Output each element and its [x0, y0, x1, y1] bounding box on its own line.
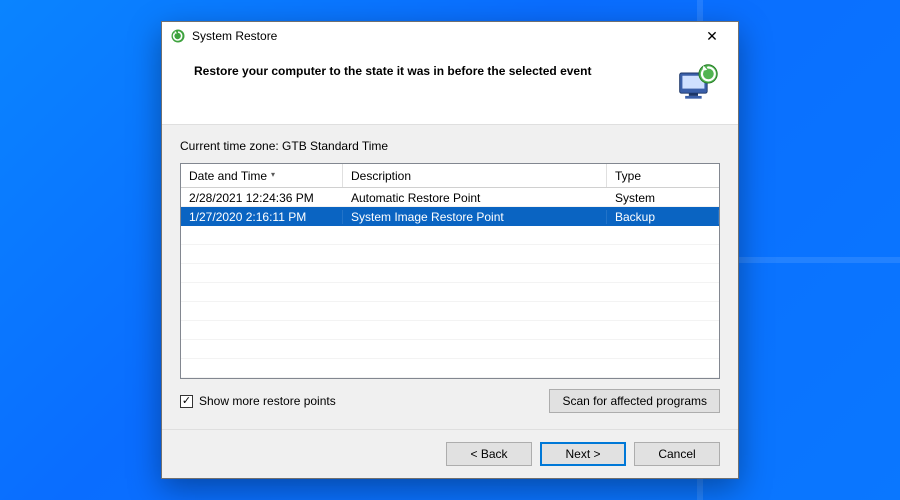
page-title: Restore your computer to the state it wa… — [194, 62, 591, 78]
column-label: Description — [351, 169, 411, 183]
close-button[interactable]: ✕ — [692, 25, 732, 47]
column-header-type[interactable]: Type — [607, 164, 719, 187]
cell-description: System Image Restore Point — [343, 210, 607, 224]
column-label: Date and Time — [189, 169, 267, 183]
scan-affected-button[interactable]: Scan for affected programs — [549, 389, 720, 413]
table-row[interactable]: 1/27/2020 2:16:11 PM System Image Restor… — [181, 207, 719, 226]
wizard-header: Restore your computer to the state it wa… — [162, 50, 738, 125]
next-button[interactable]: Next > — [540, 442, 626, 466]
cancel-button[interactable]: Cancel — [634, 442, 720, 466]
wizard-footer: < Back Next > Cancel — [162, 429, 738, 478]
cell-type: System — [607, 191, 719, 205]
restore-monitor-icon — [676, 62, 720, 106]
back-button[interactable]: < Back — [446, 442, 532, 466]
column-header-date[interactable]: Date and Time ▾ — [181, 164, 343, 187]
content-area: Current time zone: GTB Standard Time Dat… — [162, 125, 738, 429]
cell-type: Backup — [607, 210, 719, 224]
grid-body[interactable]: 2/28/2021 12:24:36 PM Automatic Restore … — [181, 188, 719, 378]
sort-descending-icon: ▾ — [271, 170, 275, 179]
grid-footer-row: ✓ Show more restore points Scan for affe… — [180, 379, 720, 419]
checkbox-icon: ✓ — [180, 395, 193, 408]
column-header-description[interactable]: Description — [343, 164, 607, 187]
cell-description: Automatic Restore Point — [343, 191, 607, 205]
cell-date: 1/27/2020 2:16:11 PM — [181, 210, 343, 224]
system-restore-icon — [170, 28, 186, 44]
titlebar: System Restore ✕ — [162, 22, 738, 50]
window-title: System Restore — [192, 29, 277, 43]
desktop-background: System Restore ✕ Restore your computer t… — [0, 0, 900, 500]
table-row[interactable]: 2/28/2021 12:24:36 PM Automatic Restore … — [181, 188, 719, 207]
restore-points-grid: Date and Time ▾ Description Type 2/28/20… — [180, 163, 720, 379]
grid-header: Date and Time ▾ Description Type — [181, 164, 719, 188]
timezone-label: Current time zone: GTB Standard Time — [180, 139, 720, 153]
checkbox-label: Show more restore points — [199, 394, 336, 408]
close-icon: ✕ — [706, 29, 718, 43]
show-more-checkbox[interactable]: ✓ Show more restore points — [180, 394, 336, 408]
column-label: Type — [615, 169, 641, 183]
system-restore-dialog: System Restore ✕ Restore your computer t… — [161, 21, 739, 479]
cell-date: 2/28/2021 12:24:36 PM — [181, 191, 343, 205]
